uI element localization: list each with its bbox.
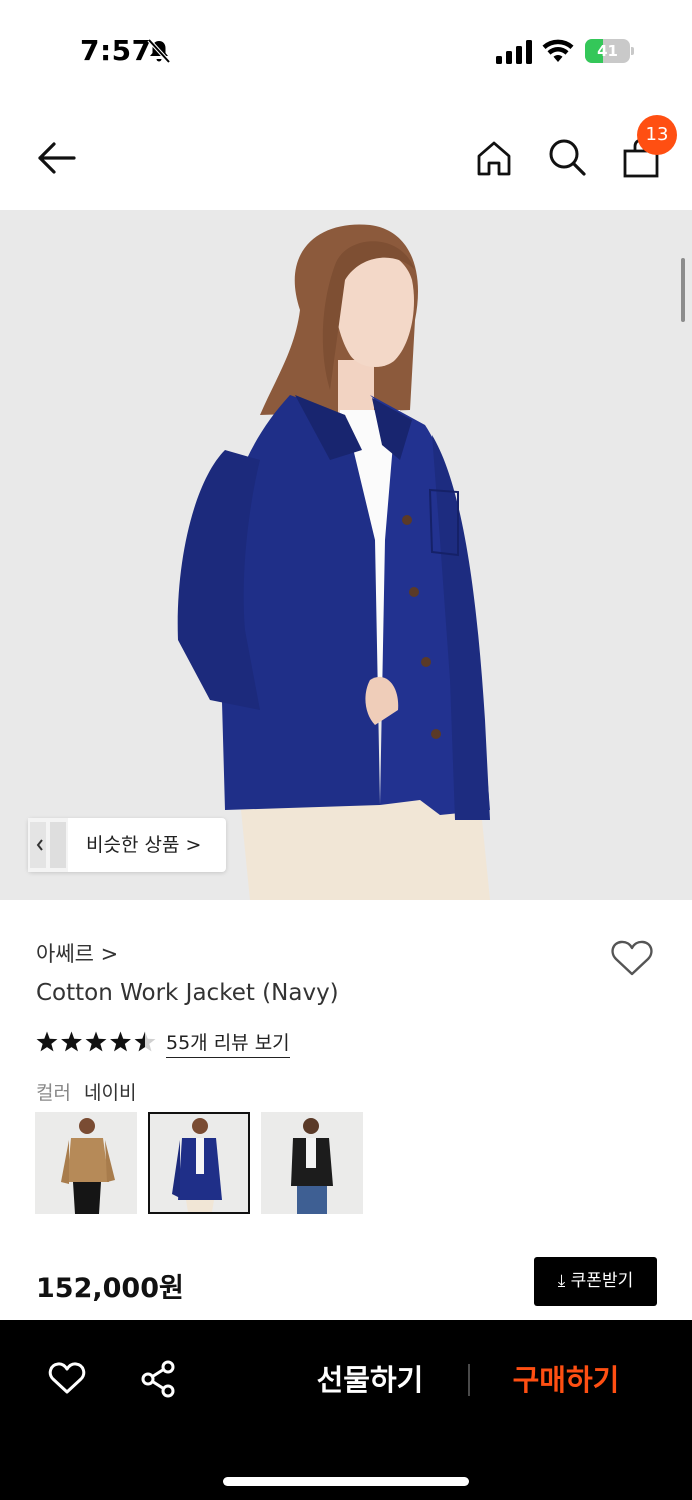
rating-star-3 (85, 1031, 107, 1052)
bell-mute-icon (147, 38, 171, 64)
rating-star-2 (61, 1031, 82, 1052)
bottom-action-bar: 선물하기 구매하기 (0, 1320, 692, 1500)
battery-indicator: 41 (585, 39, 635, 63)
rating-stars (36, 1031, 156, 1052)
image-scroll-indicator (681, 258, 685, 322)
rating-star-1 (36, 1031, 58, 1052)
share-icon[interactable] (140, 1360, 176, 1398)
back-arrow-icon[interactable] (34, 138, 78, 178)
product-name: Cotton Work Jacket (Navy) (36, 980, 339, 1006)
battery-level: 41 (597, 42, 618, 60)
cart-count-badge: 13 (637, 115, 677, 155)
rating-star-4 (110, 1031, 131, 1052)
cellular-signal-icon (496, 40, 532, 64)
status-bar: 7:57 41 (0, 0, 692, 100)
search-icon[interactable] (546, 136, 588, 178)
color-swatch-navy[interactable] (148, 1112, 250, 1214)
bottom-bar-divider (468, 1364, 470, 1396)
similar-products-label: 비슷한 상품 > (86, 834, 202, 856)
reviews-link[interactable]: 55개 리뷰 보기 (166, 1028, 290, 1058)
color-label: 컬러 (36, 1082, 71, 1104)
wishlist-heart-icon[interactable] (48, 1360, 86, 1396)
gift-button[interactable]: 선물하기 (300, 1356, 440, 1404)
wifi-icon (542, 39, 574, 62)
color-value: 네이비 (84, 1082, 137, 1104)
color-swatch-camel[interactable] (35, 1112, 137, 1214)
product-hero-image[interactable] (0, 210, 692, 900)
model-illustration (0, 210, 692, 900)
heart-icon[interactable] (610, 938, 654, 978)
download-coupon-button[interactable]: ⤓ 쿠폰받기 (534, 1257, 657, 1306)
buy-now-button[interactable]: 구매하기 (496, 1356, 636, 1404)
product-price: 152,000원 (36, 1273, 184, 1304)
similar-products-thumbnail (28, 818, 68, 872)
similar-products-button[interactable]: 비슷한 상품 > (28, 818, 226, 872)
app-header (0, 110, 692, 206)
home-icon[interactable] (474, 138, 514, 178)
brand-link[interactable]: 아쎄르 > (36, 938, 118, 968)
color-swatch-black[interactable] (261, 1112, 363, 1214)
rating-star-5 (134, 1031, 156, 1052)
status-time: 7:57 (80, 34, 152, 67)
home-indicator[interactable] (223, 1477, 469, 1486)
